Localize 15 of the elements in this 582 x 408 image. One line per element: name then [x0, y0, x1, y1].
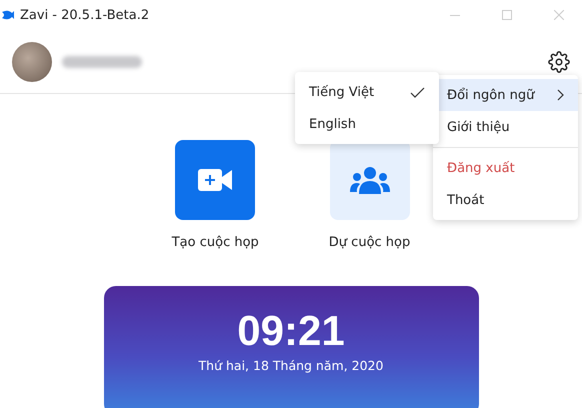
clock-date: Thứ hai, 18 Tháng năm, 2020: [198, 358, 384, 374]
avatar[interactable]: [12, 42, 52, 82]
language-option[interactable]: English: [295, 108, 439, 140]
menu-item[interactable]: Thoát: [433, 184, 578, 216]
window-title: Zavi - 20.5.1-Beta.2: [20, 8, 150, 22]
action-label: Dự cuộc họp: [328, 235, 410, 250]
menu-item[interactable]: Đăng xuất: [433, 152, 578, 184]
chevron-right-icon: [557, 89, 564, 101]
app-logo-icon: [2, 10, 14, 20]
action-label: Tạo cuộc họp: [172, 235, 259, 250]
settings-icon[interactable]: [548, 50, 570, 72]
people-group-icon: [350, 166, 390, 194]
clock-time: 09:21: [237, 308, 345, 354]
video-camera-icon: [198, 169, 232, 191]
new-meeting-button[interactable]: [175, 140, 256, 220]
